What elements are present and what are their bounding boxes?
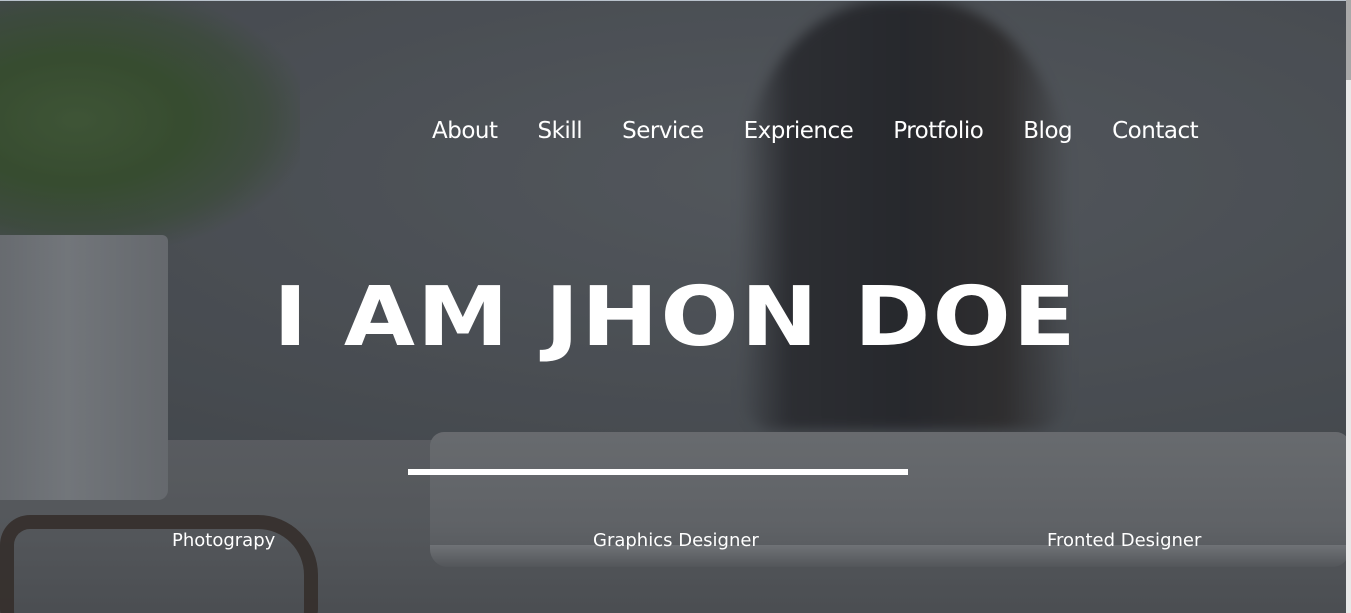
hero-headline: I AM JHON DOE [273, 270, 1078, 365]
window-top-border [0, 0, 1351, 1]
nav-item-contact[interactable]: Contact [1112, 116, 1198, 146]
vertical-scrollbar[interactable] [1346, 0, 1351, 613]
scrollbar-thumb[interactable] [1346, 0, 1351, 80]
nav-item-portfolio[interactable]: Protfolio [893, 116, 984, 146]
main-nav: About Skill Service Exprience Protfolio … [432, 116, 1199, 146]
hero-section: About Skill Service Exprience Protfolio … [0, 0, 1351, 613]
hero-divider [408, 469, 908, 475]
nav-item-skill[interactable]: Skill [538, 116, 583, 146]
nav-item-experience[interactable]: Exprience [744, 116, 854, 146]
nav-item-blog[interactable]: Blog [1023, 116, 1072, 146]
role-photography: Photograpy [172, 530, 276, 551]
role-frontend-designer: Fronted Designer [1047, 530, 1202, 551]
nav-item-service[interactable]: Service [622, 116, 704, 146]
nav-item-about[interactable]: About [432, 116, 498, 146]
role-graphics-designer: Graphics Designer [593, 530, 759, 551]
